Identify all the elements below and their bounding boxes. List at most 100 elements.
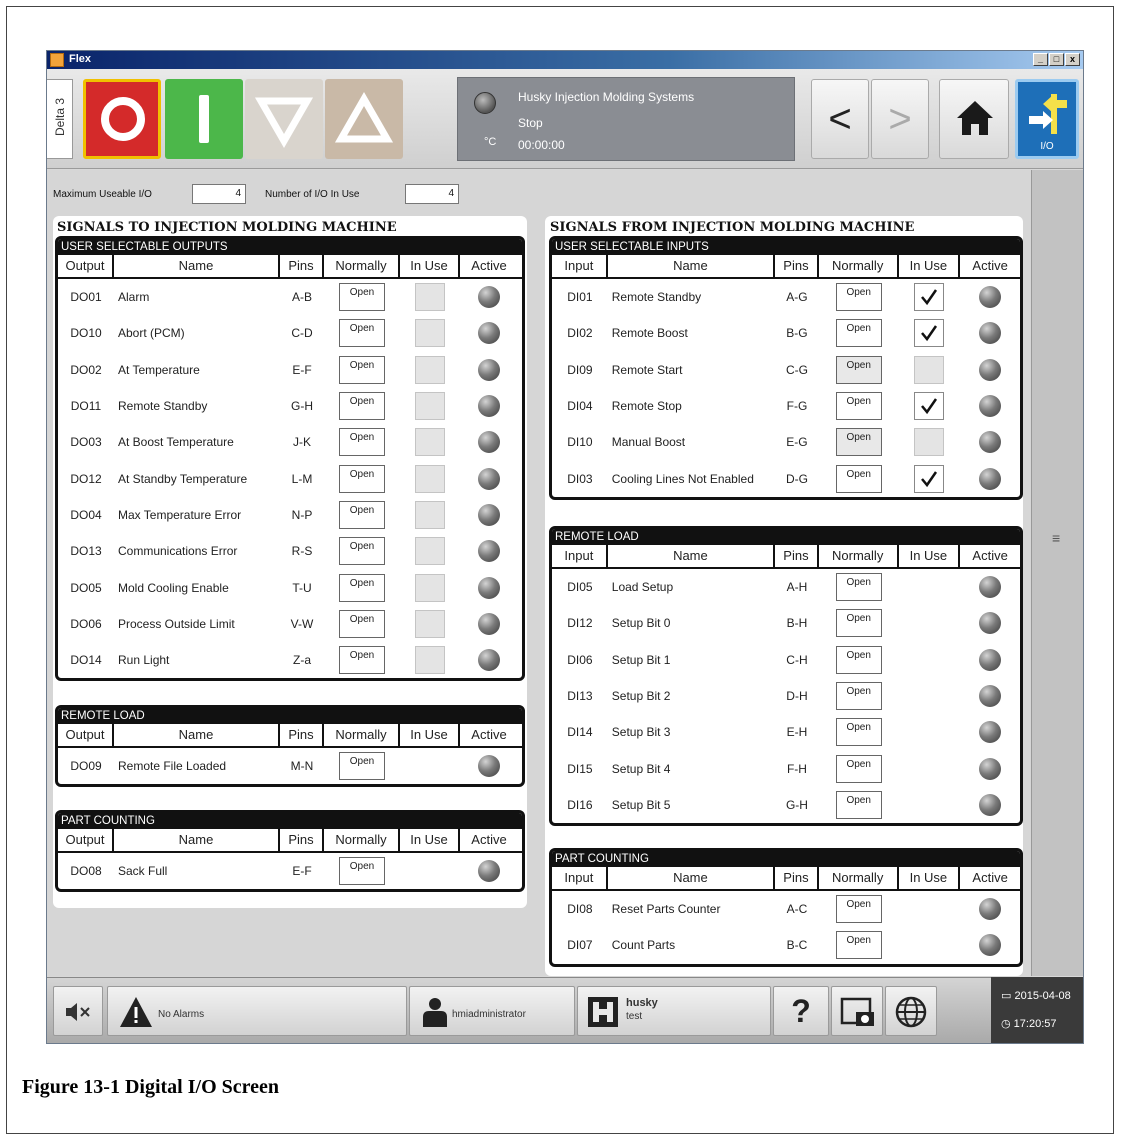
normally-button[interactable]: Open — [339, 392, 385, 421]
back-button[interactable]: < — [811, 79, 869, 159]
figure-caption: Figure 13-1 Digital I/O Screen — [22, 1076, 280, 1098]
active-led-icon — [979, 612, 1002, 635]
in-use-checkbox[interactable] — [415, 609, 445, 638]
temperature-unit: °C — [484, 136, 497, 148]
in-use-checkbox[interactable] — [415, 573, 445, 602]
normally-button[interactable]: Open — [835, 464, 882, 493]
io-id: DI08 — [567, 902, 593, 917]
normally-button[interactable]: Open — [835, 573, 882, 602]
table-row: DI15 Setup Bit 4 F-H Open — [552, 750, 1020, 786]
in-use-checkbox[interactable] — [914, 428, 945, 457]
io-button[interactable]: I/O — [1015, 79, 1079, 159]
normally-button[interactable]: Open — [339, 646, 385, 675]
table-row: DO05 Mold Cooling Enable T-U Open — [58, 569, 522, 605]
normally-button[interactable]: Open — [339, 428, 385, 457]
io-id: DI09 — [567, 362, 593, 377]
normally-button[interactable]: Open — [835, 283, 882, 312]
warning-icon — [120, 997, 152, 1027]
normally-button[interactable]: Open — [835, 428, 882, 457]
stop-button[interactable] — [83, 79, 161, 159]
table-row: DI13 Setup Bit 2 D-H Open — [552, 678, 1020, 714]
table-row: DI06 Setup Bit 1 C-H Open — [552, 642, 1020, 678]
profile-button[interactable]: husky test — [577, 986, 771, 1036]
normally-button[interactable]: Open — [835, 790, 882, 819]
column-header: Active — [471, 832, 507, 847]
in-use-checkbox[interactable] — [415, 355, 445, 384]
help-button[interactable]: ? — [773, 986, 829, 1036]
calendar-icon: ▭ — [1001, 990, 1012, 1002]
in-use-checkbox[interactable] — [415, 319, 445, 348]
normally-button[interactable]: Open — [339, 752, 385, 781]
in-use-checkbox[interactable] — [415, 283, 445, 312]
normally-button[interactable]: Open — [835, 754, 882, 783]
stop-icon — [101, 97, 145, 141]
in-use-checkbox[interactable] — [914, 464, 945, 493]
normally-button[interactable]: Open — [835, 931, 882, 960]
signal-name: Count Parts — [611, 938, 676, 953]
in-use-checkbox[interactable] — [914, 319, 945, 348]
normally-button[interactable]: Open — [835, 355, 882, 384]
in-use-checkbox[interactable] — [914, 392, 945, 421]
maximize-button[interactable]: □ — [1049, 53, 1064, 66]
normally-button[interactable]: Open — [339, 355, 385, 384]
active-led-icon — [478, 503, 500, 526]
language-button[interactable] — [885, 986, 937, 1036]
column-header: Normally — [324, 255, 400, 277]
normally-button[interactable]: Open — [339, 573, 385, 602]
in-use-checkbox[interactable] — [415, 646, 445, 675]
alarms-button[interactable]: No Alarms — [107, 986, 407, 1036]
in-use-checkbox[interactable] — [415, 537, 445, 566]
table-row: DI01 Remote Standby A-G Open — [552, 279, 1020, 315]
table-row: DI05 Load Setup A-H Open — [552, 569, 1020, 605]
signal-name: Communications Error — [118, 544, 238, 559]
home-button[interactable] — [939, 79, 1009, 159]
minimize-button[interactable]: _ — [1033, 53, 1048, 66]
close-button[interactable]: x — [1065, 53, 1080, 66]
scrollbar[interactable]: ≡ — [1031, 170, 1083, 976]
pins: J-K — [293, 435, 311, 450]
mute-button[interactable] — [53, 986, 103, 1036]
signal-name: Remote Stop — [611, 399, 682, 414]
delta-tab[interactable]: Delta 3 — [47, 79, 73, 159]
pins: E-H — [786, 725, 808, 740]
decrease-button[interactable] — [245, 79, 323, 159]
io-in-use-label: Number of I/O In Use — [265, 189, 360, 200]
in-use-checkbox[interactable] — [415, 428, 445, 457]
active-led-icon — [979, 793, 1002, 816]
pins: M-N — [290, 759, 314, 774]
table-row: DI14 Setup Bit 3 E-H Open — [552, 714, 1020, 750]
in-use-checkbox[interactable] — [415, 500, 445, 529]
normally-button[interactable]: Open — [339, 319, 385, 348]
normally-button[interactable]: Open — [835, 895, 882, 924]
table-row: DO06 Process Outside Limit V-W Open — [58, 606, 522, 642]
in-use-checkbox[interactable] — [914, 283, 945, 312]
normally-button[interactable]: Open — [835, 718, 882, 747]
normally-button[interactable]: Open — [835, 645, 882, 674]
in-use-checkbox[interactable] — [415, 464, 445, 493]
normally-button[interactable]: Open — [339, 857, 385, 886]
in-use-checkbox[interactable] — [415, 392, 445, 421]
normally-button[interactable]: Open — [835, 319, 882, 348]
normally-button[interactable]: Open — [835, 392, 882, 421]
in-use-checkbox[interactable] — [914, 355, 945, 384]
table-row: DI02 Remote Boost B-G Open — [552, 315, 1020, 351]
column-header: Normally — [819, 255, 899, 277]
start-button[interactable] — [165, 79, 243, 159]
forward-button[interactable]: > — [871, 79, 929, 159]
left-part-counting-table: PART COUNTING Output Name Pins Normally In Us… — [55, 810, 525, 893]
user-button[interactable]: hmiadministrator — [409, 986, 575, 1036]
active-led-icon — [478, 467, 500, 490]
column-header: Active — [972, 870, 1008, 885]
normally-button[interactable]: Open — [339, 283, 385, 312]
normally-button[interactable]: Open — [339, 464, 385, 493]
status-panel[interactable]: °C Husky Injection Molding Systems Stop … — [457, 77, 795, 161]
normally-button[interactable]: Open — [835, 682, 882, 711]
normally-button[interactable]: Open — [339, 500, 385, 529]
normally-button[interactable]: Open — [835, 609, 882, 638]
normally-button[interactable]: Open — [339, 609, 385, 638]
normally-button[interactable]: Open — [339, 537, 385, 566]
column-header: Input — [552, 545, 608, 567]
increase-button[interactable] — [325, 79, 403, 159]
table-title: REMOTE LOAD — [58, 708, 522, 724]
screenshot-button[interactable] — [831, 986, 883, 1036]
